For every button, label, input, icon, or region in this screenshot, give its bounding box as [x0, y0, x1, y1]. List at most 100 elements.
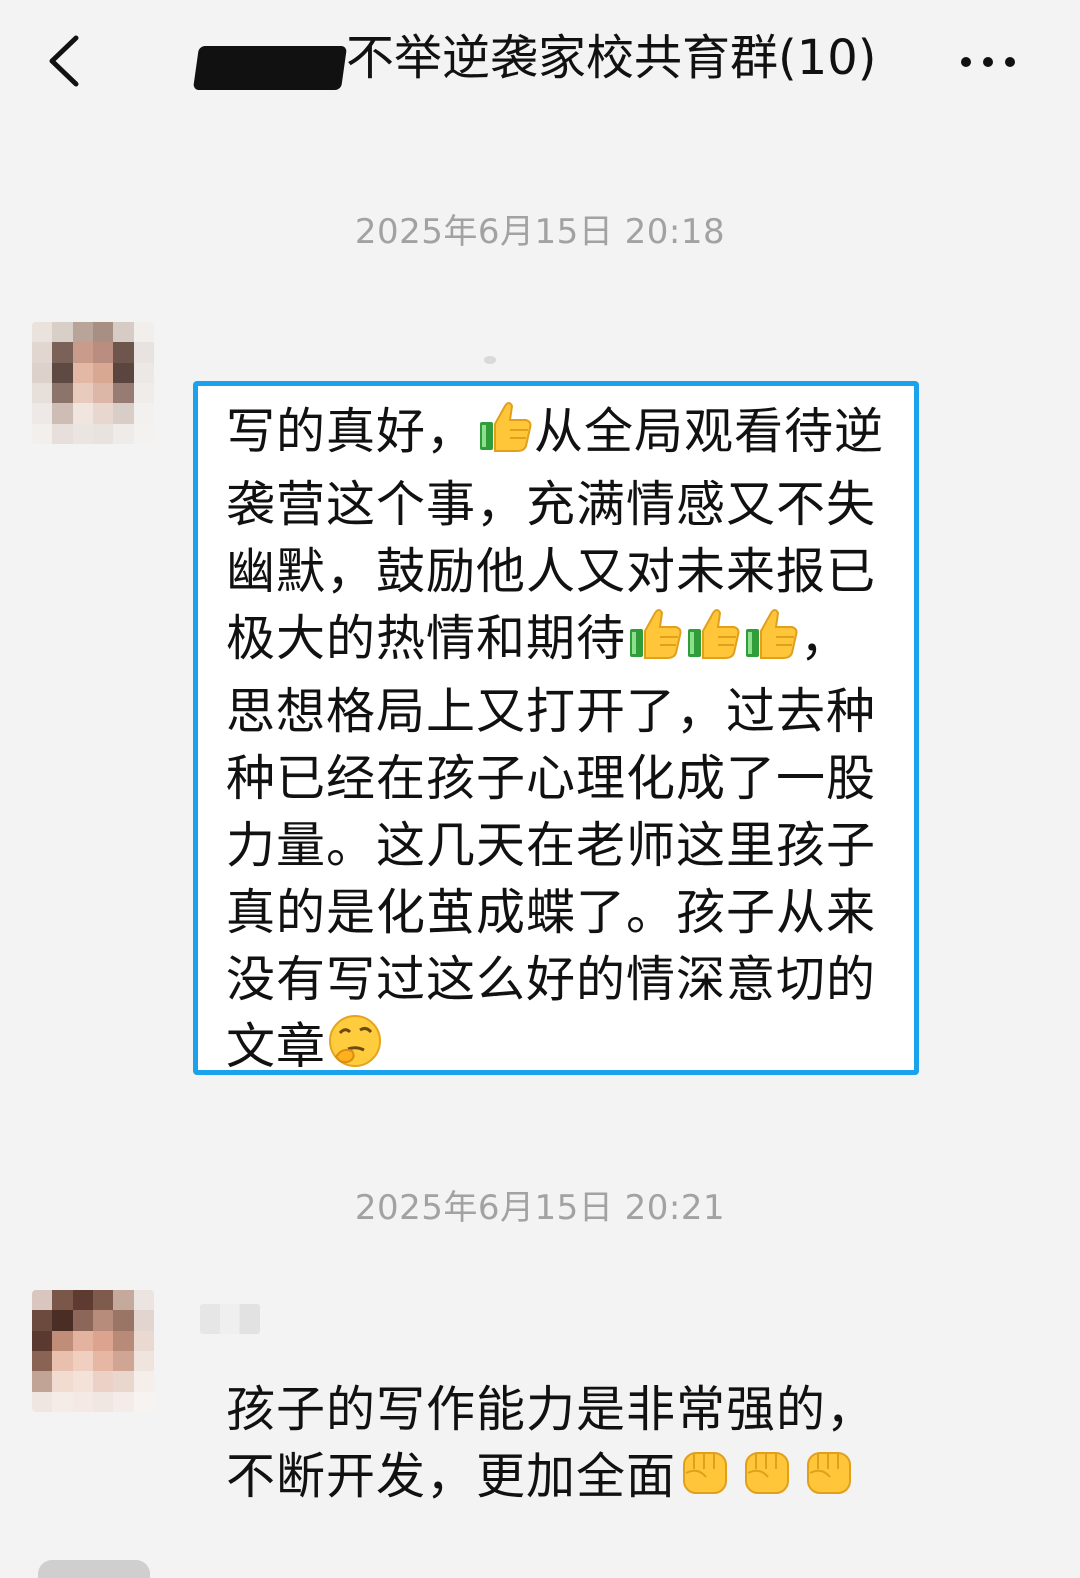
- avatar-pixel: [93, 362, 114, 383]
- avatar-pixel: [93, 423, 114, 444]
- message-text-segment: 袭营这个事，充满情感又不失: [226, 476, 877, 533]
- message-text: 写的真好， 从全局观看待逆袭营这个事，充满情感又不失 幽默，鼓励他人又对未来报已 极大…: [226, 398, 884, 1086]
- avatar-pixel: [52, 403, 73, 424]
- avatar-pixel: [32, 1310, 53, 1331]
- message-text-segment: 幽默，鼓励他人又对未来报已: [226, 543, 877, 600]
- avatar-pixel: [52, 423, 73, 444]
- avatar-pixel: [113, 1391, 134, 1412]
- message-line: 真的是化茧成蝶了。孩子从来: [226, 879, 884, 946]
- avatar-pixel: [133, 423, 154, 444]
- avatar-pixel: [72, 1371, 93, 1392]
- message-text-segment: 没有写过这么好的情深意切的: [226, 951, 877, 1008]
- message-text-segment: 不断开发，更加全面: [226, 1448, 677, 1505]
- avatar-pixel: [52, 1371, 73, 1392]
- sender-name-redacted: [200, 1304, 260, 1334]
- avatar-pixel: [32, 423, 53, 444]
- sender-name-placeholder: [484, 356, 496, 364]
- message-line: 种已经在孩子心理化成了一股: [226, 745, 884, 812]
- avatar-pixel: [133, 1330, 154, 1351]
- avatar-pixel: [113, 1330, 134, 1351]
- message-text-segment: 写的真好，: [226, 403, 477, 460]
- message-line: 没有写过这么好的情深意切的: [226, 946, 884, 1013]
- avatar-pixel: [133, 1310, 154, 1331]
- avatar-pixel: [52, 1330, 73, 1351]
- message-line: 思想格局上又打开了，过去种: [226, 678, 884, 745]
- avatar-pixel: [93, 1290, 114, 1311]
- message-text-segment: 极大的热情和期待: [226, 610, 627, 667]
- avatar[interactable]: [32, 322, 154, 444]
- message-text: 孩子的写作能力是非常强的， 不断开发，更加全面: [226, 1376, 876, 1516]
- avatar-pixel: [93, 1330, 114, 1351]
- avatar-pixel: [93, 322, 114, 343]
- chat-header: 不举逆袭家校共育群(10): [0, 0, 1080, 120]
- thumbs-up-icon: [684, 605, 742, 678]
- avatar-pixel: [72, 362, 93, 383]
- thumbs-up-icon: [476, 398, 534, 471]
- message-line: 力量。这几天在老师这里孩子: [226, 812, 884, 879]
- avatar-pixel: [113, 423, 134, 444]
- avatar-partial: [38, 1560, 150, 1578]
- redaction-mark: [192, 46, 348, 90]
- avatar-pixel: [113, 1351, 134, 1372]
- raised-fist-icon: [738, 1443, 796, 1516]
- avatar-pixel: [133, 342, 154, 363]
- avatar-pixel: [93, 403, 114, 424]
- avatar-pixel: [113, 383, 134, 404]
- avatar-pixel: [133, 1351, 154, 1372]
- avatar-pixel: [52, 383, 73, 404]
- avatar-pixel: [133, 362, 154, 383]
- chevron-left-icon: [49, 35, 79, 87]
- avatar-pixel: [113, 362, 134, 383]
- message-text-segment: 思想格局上又打开了，过去种: [226, 683, 877, 740]
- avatar-pixel: [32, 362, 53, 383]
- avatar-pixel: [133, 322, 154, 343]
- message-line: 不断开发，更加全面: [226, 1443, 876, 1516]
- avatar-pixel: [32, 403, 53, 424]
- avatar-pixel: [32, 383, 53, 404]
- thinking-face-icon: [326, 1013, 384, 1086]
- avatar-pixel: [133, 1371, 154, 1392]
- message-text-segment: 力量。这几天在老师这里孩子: [226, 817, 877, 874]
- avatar-pixel: [32, 1290, 53, 1311]
- avatar-pixel: [72, 1290, 93, 1311]
- avatar-pixel: [72, 1310, 93, 1331]
- thumbs-up-icon: [626, 605, 684, 678]
- avatar-pixel: [72, 342, 93, 363]
- avatar-pixel: [32, 1371, 53, 1392]
- more-horizontal-icon: [961, 57, 1015, 67]
- avatar-pixel: [72, 383, 93, 404]
- avatar-pixel: [52, 362, 73, 383]
- avatar-pixel: [113, 403, 134, 424]
- avatar-pixel: [113, 1290, 134, 1311]
- avatar-pixel: [93, 1310, 114, 1331]
- avatar[interactable]: [32, 1290, 154, 1412]
- message-line: 孩子的写作能力是非常强的，: [226, 1376, 876, 1443]
- avatar-pixel: [133, 403, 154, 424]
- avatar-pixel: [113, 322, 134, 343]
- message-line: 写的真好， 从全局观看待逆: [226, 398, 884, 471]
- avatar-pixel: [93, 383, 114, 404]
- message-text-segment: 从全局观看待逆: [534, 403, 885, 460]
- avatar-pixel: [113, 1371, 134, 1392]
- raised-fist-icon: [800, 1443, 858, 1516]
- avatar-pixel: [72, 423, 93, 444]
- avatar-pixel: [93, 342, 114, 363]
- message-line: 极大的热情和期待 ，: [226, 605, 884, 678]
- back-button[interactable]: [40, 28, 96, 92]
- avatar-pixel: [52, 1310, 73, 1331]
- avatar-pixel: [52, 342, 73, 363]
- avatar-pixel: [133, 383, 154, 404]
- avatar-pixel: [52, 1351, 73, 1372]
- message-timestamp: 2025年6月15日 20:18: [354, 212, 726, 252]
- more-button[interactable]: [952, 44, 1024, 80]
- avatar-pixel: [52, 322, 73, 343]
- avatar-pixel: [32, 1391, 53, 1412]
- raised-fist-icon: [676, 1443, 734, 1516]
- thumbs-up-icon: [742, 605, 800, 678]
- avatar-pixel: [32, 1330, 53, 1351]
- avatar-pixel: [72, 1351, 93, 1372]
- message-text-segment: 孩子的写作能力是非常强的，: [226, 1381, 877, 1438]
- avatar-pixel: [32, 1351, 53, 1372]
- avatar-pixel: [72, 1330, 93, 1351]
- message-text-segment: 真的是化茧成蝶了。孩子从来: [226, 884, 877, 941]
